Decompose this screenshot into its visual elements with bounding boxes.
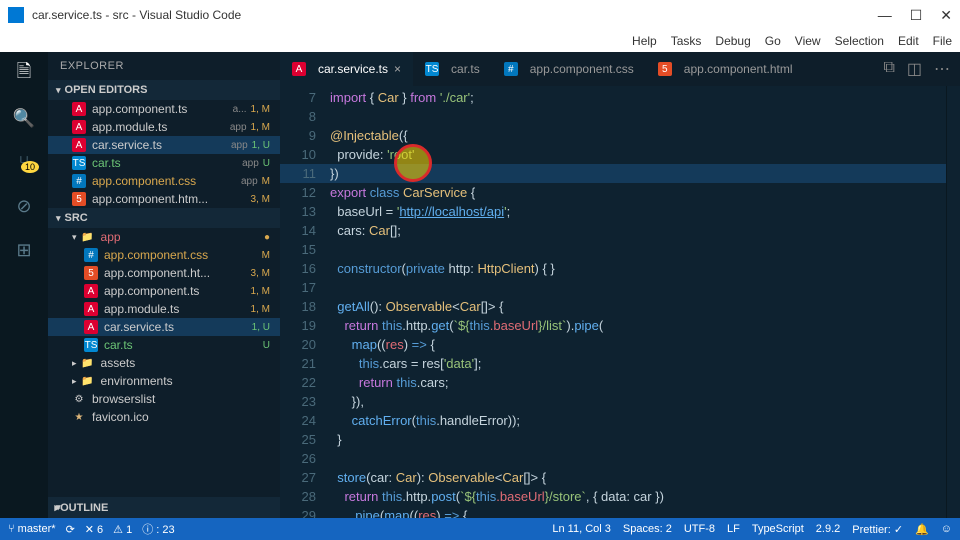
minimize-button[interactable]: — (878, 7, 892, 24)
star-icon: ★ (72, 410, 86, 424)
angular-icon: A (72, 138, 86, 152)
scm-badge: 10 (21, 161, 39, 173)
file-item[interactable]: Aapp.component.ts1, M (48, 282, 280, 300)
html-icon: 5 (84, 266, 98, 280)
file-item[interactable]: 5app.component.ht...3, M (48, 264, 280, 282)
menu-edit[interactable]: Edit (898, 34, 919, 48)
status-version[interactable]: 2.9.2 (816, 523, 840, 536)
folder-icon: 📁 (81, 356, 95, 370)
status-sync[interactable]: ⟳ (66, 523, 75, 536)
status-errors[interactable]: ✕ 6 (85, 523, 103, 536)
css-icon: # (84, 248, 98, 262)
open-editor-item[interactable]: Acar.service.tsapp1, U (48, 136, 280, 154)
status-lang[interactable]: TypeScript (752, 523, 804, 536)
menu-help[interactable]: Help (632, 34, 657, 48)
tab-app-css[interactable]: #app.component.css (492, 52, 646, 86)
tab-actions: ⧉ ◫ ⋯ (873, 59, 960, 79)
html-icon: 5 (658, 62, 672, 76)
status-warnings[interactable]: ⚠ 1 (113, 523, 132, 536)
window-title: car.service.ts - src - Visual Studio Cod… (32, 8, 878, 22)
split-icon[interactable]: ◫ (907, 59, 922, 79)
window-controls: — ☐ ✕ (878, 7, 952, 24)
open-editor-item[interactable]: TScar.tsappU (48, 154, 280, 172)
open-editor-item[interactable]: Aapp.module.tsapp1, M (48, 118, 280, 136)
menu-file[interactable]: File (933, 34, 952, 48)
html-icon: 5 (72, 192, 86, 206)
angular-icon: A (72, 120, 86, 134)
folder-app[interactable]: ▾📁app● (48, 228, 280, 246)
menu-view[interactable]: View (795, 34, 821, 48)
status-spaces[interactable]: Spaces: 2 (623, 523, 672, 536)
menubar: Help Tasks Debug Go View Selection Edit … (0, 30, 960, 52)
file-item[interactable]: #app.component.cssM (48, 246, 280, 264)
source-control-icon[interactable]: ⑂10 (12, 150, 36, 174)
file-item[interactable]: ⚙browserslist (48, 390, 280, 408)
tab-car-service[interactable]: Acar.service.ts× (280, 52, 413, 86)
editor-tabs: Acar.service.ts× TScar.ts #app.component… (280, 52, 960, 86)
file-icon: ⚙ (72, 392, 86, 406)
folder-icon: 📁 (81, 374, 95, 388)
status-eol[interactable]: LF (727, 523, 740, 536)
angular-icon: A (72, 102, 86, 116)
open-editor-item[interactable]: 5app.component.htm...3, M (48, 190, 280, 208)
folder-item[interactable]: ▸📁assets (48, 354, 280, 372)
tab-car[interactable]: TScar.ts (413, 52, 492, 86)
maximize-button[interactable]: ☐ (910, 7, 923, 24)
open-editor-item[interactable]: Aapp.component.tsa...1, M (48, 100, 280, 118)
menu-debug[interactable]: Debug (715, 34, 750, 48)
ts-icon: TS (84, 338, 98, 352)
folder-icon: 📁 (81, 230, 95, 244)
outline-header[interactable]: ▸ OUTLINE (48, 497, 280, 518)
file-item[interactable]: ★favicon.ico (48, 408, 280, 426)
css-icon: # (72, 174, 86, 188)
sidebar: EXPLORER OPEN EDITORS Aapp.component.tsa… (48, 52, 280, 518)
status-feedback-icon[interactable]: ☺ (941, 523, 952, 536)
menu-go[interactable]: Go (765, 34, 781, 48)
open-editors-header[interactable]: OPEN EDITORS (48, 80, 280, 100)
vscode-icon (8, 7, 24, 23)
more-icon[interactable]: ⋯ (934, 59, 950, 79)
close-button[interactable]: ✕ (940, 7, 952, 24)
editor-area: Acar.service.ts× TScar.ts #app.component… (280, 52, 960, 518)
ts-icon: TS (425, 62, 439, 76)
status-prettier[interactable]: Prettier: ✓ (852, 523, 903, 536)
debug-icon[interactable]: ⊘ (12, 194, 36, 218)
file-item[interactable]: Aapp.module.ts1, M (48, 300, 280, 318)
status-bell-icon[interactable]: 🔔 (915, 523, 929, 536)
close-icon[interactable]: × (394, 62, 401, 76)
status-info[interactable]: ⓘ : 23 (142, 521, 174, 537)
status-branch[interactable]: ⑂ master* (8, 523, 56, 535)
menu-tasks[interactable]: Tasks (671, 34, 702, 48)
file-item[interactable]: Acar.service.ts1, U (48, 318, 280, 336)
search-icon[interactable]: 🔍 (12, 106, 36, 130)
ts-icon: TS (72, 156, 86, 170)
extensions-icon[interactable]: ⊞ (12, 238, 36, 262)
angular-icon: A (84, 302, 98, 316)
angular-icon: A (84, 320, 98, 334)
tab-app-html[interactable]: 5app.component.html (646, 52, 805, 86)
folder-item[interactable]: ▸📁environments (48, 372, 280, 390)
status-position[interactable]: Ln 11, Col 3 (552, 523, 611, 536)
file-item[interactable]: TScar.tsU (48, 336, 280, 354)
compare-icon[interactable]: ⧉ (883, 59, 894, 79)
code-editor[interactable]: 7import { Car } from './car'; 8 9@Inject… (280, 86, 946, 518)
menu-selection[interactable]: Selection (835, 34, 884, 48)
css-icon: # (504, 62, 518, 76)
status-bar: ⑂ master* ⟳ ✕ 6 ⚠ 1 ⓘ : 23 Ln 11, Col 3 … (0, 518, 960, 540)
open-editor-item[interactable]: #app.component.cssappM (48, 172, 280, 190)
explorer-icon[interactable]: 🗎 (12, 62, 36, 86)
titlebar: car.service.ts - src - Visual Studio Cod… (0, 0, 960, 30)
angular-icon: A (84, 284, 98, 298)
status-encoding[interactable]: UTF-8 (684, 523, 715, 536)
minimap[interactable] (946, 86, 960, 518)
explorer-title: EXPLORER (48, 52, 280, 80)
activity-bar: 🗎 🔍 ⑂10 ⊘ ⊞ (0, 52, 48, 518)
angular-icon: A (292, 62, 306, 76)
src-header[interactable]: SRC (48, 208, 280, 228)
